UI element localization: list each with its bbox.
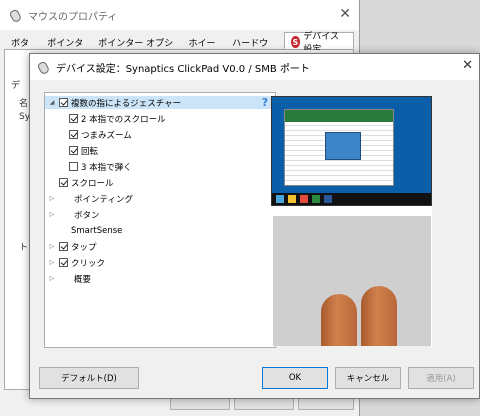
expand-arrow-icon[interactable]: ▷ (48, 211, 56, 218)
checkbox[interactable] (69, 114, 78, 123)
preview-desktop-image (271, 96, 432, 206)
tree-item-label: 回転 (81, 146, 99, 157)
tree-item-label: クリック (71, 258, 106, 269)
tab-pointer[interactable]: ポインター (40, 32, 91, 62)
tree-item-label: 3 本指で弾く (81, 162, 132, 173)
tree-item-pointing[interactable]: ▷ ポインティング (48, 192, 133, 205)
preview-spreadsheet-window (284, 109, 394, 186)
mouse-icon (8, 8, 22, 22)
apply-button[interactable]: 適用(A) (408, 367, 474, 389)
tree-item-label: タップ (71, 242, 97, 253)
bg-fragment-1: デ (11, 81, 21, 91)
close-icon[interactable]: ✕ (462, 58, 473, 73)
tab-wheel[interactable]: ホイール (182, 32, 226, 62)
tree-item-label: 複数の指によるジェスチャー (71, 98, 182, 109)
tree-item-pinch-zoom[interactable]: つまみズーム (69, 128, 132, 141)
tree-item-label: 概要 (74, 274, 92, 285)
tab-device-settings[interactable]: S デバイス設定 (283, 32, 354, 55)
bg-close-icon[interactable]: ✕ (339, 6, 351, 22)
tab-buttons[interactable]: ボタン (4, 32, 40, 62)
preview-chart-thumbnail (325, 132, 361, 160)
tree-item-label: つまみズーム (81, 130, 132, 141)
device-settings-dialog: デバイス設定：Synaptics ClickPad V0.0 / SMB ポート… (29, 53, 480, 399)
checkbox[interactable] (59, 178, 68, 187)
checkbox[interactable] (59, 258, 68, 267)
tab-hardware[interactable]: ハードウェア (225, 32, 283, 62)
tree-item-overview[interactable]: ▷ 概要 (48, 272, 91, 285)
tree-item-label: ボタン (74, 210, 100, 221)
ok-button[interactable]: OK (262, 367, 328, 389)
bg-fragment-2: 名 (19, 99, 29, 109)
checkbox[interactable] (59, 242, 68, 251)
tree-item-two-finger-scroll[interactable]: 2 本指でのスクロール (69, 112, 166, 125)
expand-arrow-icon[interactable]: ▷ (48, 275, 56, 282)
tab-pointer-options[interactable]: ポインター オプション (91, 32, 181, 62)
expand-arrow-icon[interactable]: ◢ (48, 99, 56, 106)
tree-item-multi-finger-gestures[interactable]: ◢ 複数の指によるジェスチャー ? (45, 96, 275, 109)
mouse-icon (36, 60, 50, 74)
tree-item-label: スクロール (71, 178, 114, 189)
cancel-button[interactable]: キャンセル (335, 367, 401, 389)
checkbox[interactable] (69, 146, 78, 155)
tree-item-scroll[interactable]: スクロール (59, 176, 114, 189)
dialog-title: デバイス設定：Synaptics ClickPad V0.0 / SMB ポート (56, 63, 310, 75)
tree-item-label: 2 本指でのスクロール (81, 114, 166, 125)
tree-item-smartsense[interactable]: SmartSense (71, 224, 122, 237)
finger-right (361, 286, 397, 346)
bg-tab-strip: ボタン ポインター ポインター オプション ホイール ハードウェア S デバイス… (4, 32, 354, 62)
expand-arrow-icon[interactable]: ▷ (48, 195, 56, 202)
checkbox[interactable] (59, 98, 68, 107)
synaptics-icon: S (290, 36, 301, 48)
preview-taskbar (272, 193, 431, 205)
default-button[interactable]: デフォルト(D) (39, 367, 139, 389)
tree-item-buttons[interactable]: ▷ ボタン (48, 208, 100, 221)
bg-window-title: マウスのプロパティ (28, 11, 118, 23)
settings-tree: ◢ 複数の指によるジェスチャー ? 2 本指でのスクロール つまみズーム 回転 … (44, 92, 276, 348)
expand-arrow-icon[interactable]: ▷ (48, 259, 56, 266)
dialog-titlebar: デバイス設定：Synaptics ClickPad V0.0 / SMB ポート (30, 54, 479, 80)
finger-left (321, 294, 357, 346)
tree-item-label: ポインティング (74, 194, 133, 205)
preview-touchpad-image (273, 216, 431, 346)
expand-arrow-icon[interactable]: ▷ (48, 243, 56, 250)
bg-titlebar: マウスのプロパティ ✕ (0, 0, 359, 30)
tree-item-label: SmartSense (71, 225, 123, 236)
help-icon[interactable]: ? (259, 96, 271, 109)
tree-item-three-finger-flick[interactable]: 3 本指で弾く (69, 160, 132, 173)
tree-item-tap[interactable]: ▷ タップ (48, 240, 97, 253)
bg-fragment-4: ト (19, 243, 29, 253)
tree-item-click[interactable]: ▷ クリック (48, 256, 105, 269)
checkbox[interactable] (69, 162, 78, 171)
checkbox[interactable] (69, 130, 78, 139)
tree-item-rotate[interactable]: 回転 (69, 144, 98, 157)
